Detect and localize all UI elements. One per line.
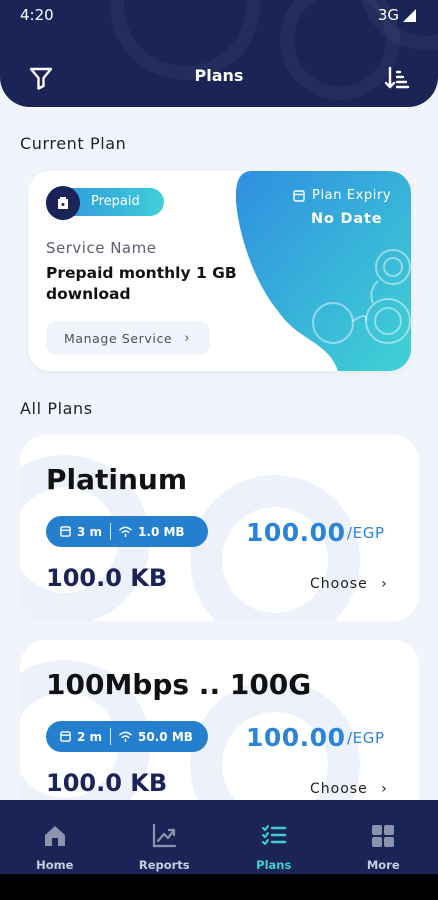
nav-item-plans[interactable]: Plans <box>219 800 329 874</box>
chevron-right-icon: › <box>381 576 388 592</box>
plan-duration-value: 3 m <box>77 524 103 539</box>
plan-speed: 1.0 MB <box>119 525 185 539</box>
spec-divider <box>110 523 112 540</box>
plan-duration: 3 m <box>60 525 102 539</box>
nav-label-more: More <box>366 858 400 872</box>
plan-price: 100.00 <box>246 723 346 752</box>
nav-label-home: Home <box>36 858 74 872</box>
plan-speed: 50.0 MB <box>119 730 193 744</box>
page-title: Plans <box>194 66 244 85</box>
choose-plan-button[interactable]: Choose › <box>310 576 388 592</box>
nav-label-reports: Reports <box>138 858 190 872</box>
plan-expiry-label: Plan Expiry <box>312 188 392 203</box>
chart-icon <box>153 823 177 848</box>
wifi-icon <box>119 731 132 742</box>
sort-icon[interactable] <box>383 64 411 92</box>
status-time: 4:20 <box>20 6 54 24</box>
plan-specs: 2 m 50.0 MB <box>46 721 208 752</box>
plan-specs: 3 m 1.0 MB <box>46 516 208 547</box>
nav-item-home[interactable]: Home <box>0 800 110 874</box>
grid-icon <box>372 825 395 847</box>
calendar-icon <box>293 190 305 202</box>
wifi-icon <box>119 526 132 537</box>
plan-speed-value: 1.0 MB <box>138 524 185 539</box>
plan-type-label: Prepaid <box>91 194 140 209</box>
chevron-right-icon: › <box>184 330 191 346</box>
choose-plan-button[interactable]: Choose › <box>310 781 388 797</box>
spec-divider <box>110 728 112 745</box>
app-header: 4:20 3G Plans <box>0 0 438 107</box>
plan-name: Platinum <box>46 463 188 496</box>
plan-currency: /EGP <box>347 729 385 747</box>
bottom-navigation: Home Reports Plans More <box>0 800 438 874</box>
choose-label: Choose <box>310 576 368 592</box>
signal-icon <box>403 8 416 22</box>
chevron-right-icon: › <box>381 781 388 797</box>
card-decoration <box>190 475 360 621</box>
current-plan-card: Prepaid Service Name Prepaid monthly 1 G… <box>28 171 411 371</box>
plan-duration: 2 m <box>60 730 102 744</box>
home-icon <box>44 826 65 846</box>
service-name-label: Service Name <box>46 239 157 257</box>
service-name-value: Prepaid monthly 1 GB download <box>46 264 237 303</box>
plan-expiry-value: No Date <box>311 211 383 227</box>
plan-data-amount: 100.0 KB <box>46 564 168 592</box>
plan-currency: /EGP <box>347 524 385 542</box>
plan-duration-value: 2 m <box>77 729 103 744</box>
choose-label: Choose <box>310 781 368 797</box>
manage-service-button[interactable]: Manage Service › <box>46 321 210 355</box>
manage-service-label: Manage Service <box>64 330 173 346</box>
current-plan-heading: Current Plan <box>20 134 127 153</box>
plan-name: 100Mbps .. 100G <box>46 668 312 701</box>
system-navigation-bar <box>0 874 438 900</box>
nav-item-reports[interactable]: Reports <box>110 800 220 874</box>
calendar-icon <box>60 731 71 742</box>
prepaid-badge-icon-wrap <box>46 186 80 220</box>
all-plans-heading: All Plans <box>20 399 93 418</box>
plan-card[interactable]: Platinum 3 m 1.0 MB 100.00 /EGP 100.0 KB… <box>20 435 419 621</box>
plan-speed-value: 50.0 MB <box>138 729 193 744</box>
plan-data-amount: 100.0 KB <box>46 769 168 797</box>
nav-label-plans: Plans <box>256 858 292 872</box>
plan-price: 100.00 <box>246 518 346 547</box>
status-bar: 4:20 3G <box>0 0 438 30</box>
calendar-icon <box>60 526 71 537</box>
network-type: 3G <box>377 6 399 24</box>
status-indicators: 3G <box>378 6 416 24</box>
nav-item-more[interactable]: More <box>329 800 438 874</box>
list-check-icon <box>261 825 286 845</box>
sim-card-icon <box>58 197 68 209</box>
